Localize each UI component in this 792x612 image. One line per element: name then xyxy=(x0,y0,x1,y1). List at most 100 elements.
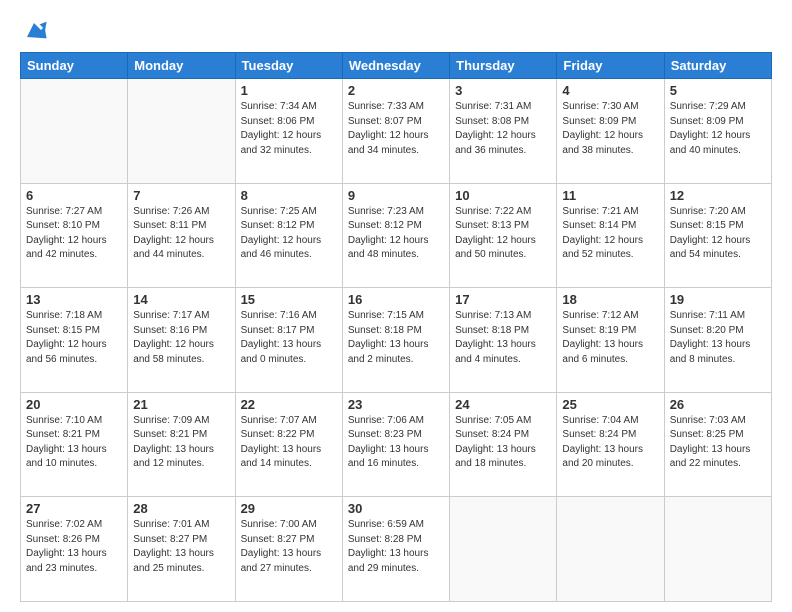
calendar-header-wednesday: Wednesday xyxy=(342,53,449,79)
calendar-cell: 4 Sunrise: 7:30 AM Sunset: 8:09 PM Daylig… xyxy=(557,79,664,184)
day-info: Sunrise: 7:06 AM Sunset: 8:23 PM Dayligh… xyxy=(348,414,444,472)
calendar-header-row: SundayMondayTuesdayWednesdayThursdayFrid… xyxy=(21,53,772,79)
calendar-cell: 27 Sunrise: 7:02 AM Sunset: 8:26 PM Dayli… xyxy=(21,497,128,602)
day-number: 21 xyxy=(133,397,229,412)
calendar-cell: 3 Sunrise: 7:31 AM Sunset: 8:08 PM Daylig… xyxy=(450,79,557,184)
day-info: Sunrise: 7:31 AM Sunset: 8:08 PM Dayligh… xyxy=(455,100,551,158)
calendar-table: SundayMondayTuesdayWednesdayThursdayFrid… xyxy=(20,52,772,602)
calendar-cell xyxy=(664,497,771,602)
day-info: Sunrise: 7:29 AM Sunset: 8:09 PM Dayligh… xyxy=(670,100,766,158)
calendar-header-sunday: Sunday xyxy=(21,53,128,79)
calendar-cell xyxy=(450,497,557,602)
day-number: 18 xyxy=(562,292,658,307)
day-info: Sunrise: 7:09 AM Sunset: 8:21 PM Dayligh… xyxy=(133,414,229,472)
header xyxy=(20,16,772,44)
calendar-week-row: 13 Sunrise: 7:18 AM Sunset: 8:15 PM Dayli… xyxy=(21,288,772,393)
calendar-week-row: 6Sunrise: 7:27 AM Sunset: 8:10 PM Daylig… xyxy=(21,183,772,288)
calendar-cell: 9 Sunrise: 7:23 AM Sunset: 8:12 PM Daylig… xyxy=(342,183,449,288)
calendar-week-row: 1 Sunrise: 7:34 AM Sunset: 8:06 PM Daylig… xyxy=(21,79,772,184)
calendar-cell: 5 Sunrise: 7:29 AM Sunset: 8:09 PM Daylig… xyxy=(664,79,771,184)
calendar-cell: 26 Sunrise: 7:03 AM Sunset: 8:25 PM Dayli… xyxy=(664,392,771,497)
day-info: Sunrise: 7:23 AM Sunset: 8:12 PM Dayligh… xyxy=(348,205,444,263)
calendar-week-row: 20Sunrise: 7:10 AM Sunset: 8:21 PM Dayli… xyxy=(21,392,772,497)
day-info: Sunrise: 7:13 AM Sunset: 8:18 PM Dayligh… xyxy=(455,309,551,367)
day-info: Sunrise: 7:15 AM Sunset: 8:18 PM Dayligh… xyxy=(348,309,444,367)
day-info: Sunrise: 7:16 AM Sunset: 8:17 PM Dayligh… xyxy=(241,309,337,367)
day-number: 17 xyxy=(455,292,551,307)
calendar-cell: 24 Sunrise: 7:05 AM Sunset: 8:24 PM Dayli… xyxy=(450,392,557,497)
day-number: 4 xyxy=(562,83,658,98)
page: SundayMondayTuesdayWednesdayThursdayFrid… xyxy=(0,0,792,612)
generalblue-icon xyxy=(20,16,48,44)
day-info: Sunrise: 6:59 AM Sunset: 8:28 PM Dayligh… xyxy=(348,518,444,576)
day-info: Sunrise: 7:30 AM Sunset: 8:09 PM Dayligh… xyxy=(562,100,658,158)
calendar-cell: 21 Sunrise: 7:09 AM Sunset: 8:21 PM Dayli… xyxy=(128,392,235,497)
calendar-cell: 6Sunrise: 7:27 AM Sunset: 8:10 PM Daylig… xyxy=(21,183,128,288)
day-number: 28 xyxy=(133,501,229,516)
calendar-cell: 28 Sunrise: 7:01 AM Sunset: 8:27 PM Dayli… xyxy=(128,497,235,602)
day-number: 30 xyxy=(348,501,444,516)
calendar-header-saturday: Saturday xyxy=(664,53,771,79)
calendar-cell xyxy=(557,497,664,602)
day-info: Sunrise: 7:02 AM Sunset: 8:26 PM Dayligh… xyxy=(26,518,122,576)
calendar-cell: 23 Sunrise: 7:06 AM Sunset: 8:23 PM Dayli… xyxy=(342,392,449,497)
day-number: 19 xyxy=(670,292,766,307)
day-info: Sunrise: 7:07 AM Sunset: 8:22 PM Dayligh… xyxy=(241,414,337,472)
day-number: 20 xyxy=(26,397,122,412)
day-info: Sunrise: 7:05 AM Sunset: 8:24 PM Dayligh… xyxy=(455,414,551,472)
calendar-week-row: 27 Sunrise: 7:02 AM Sunset: 8:26 PM Dayli… xyxy=(21,497,772,602)
calendar-cell: 22 Sunrise: 7:07 AM Sunset: 8:22 PM Dayli… xyxy=(235,392,342,497)
day-number: 6 xyxy=(26,188,122,203)
day-number: 23 xyxy=(348,397,444,412)
day-number: 9 xyxy=(348,188,444,203)
day-number: 25 xyxy=(562,397,658,412)
calendar-cell: 25 Sunrise: 7:04 AM Sunset: 8:24 PM Dayli… xyxy=(557,392,664,497)
day-number: 22 xyxy=(241,397,337,412)
day-number: 24 xyxy=(455,397,551,412)
calendar-cell: 30 Sunrise: 6:59 AM Sunset: 8:28 PM Dayli… xyxy=(342,497,449,602)
day-number: 1 xyxy=(241,83,337,98)
day-number: 12 xyxy=(670,188,766,203)
calendar-cell: 1 Sunrise: 7:34 AM Sunset: 8:06 PM Daylig… xyxy=(235,79,342,184)
day-number: 11 xyxy=(562,188,658,203)
calendar-cell xyxy=(128,79,235,184)
calendar-cell: 11Sunrise: 7:21 AM Sunset: 8:14 PM Dayli… xyxy=(557,183,664,288)
calendar-cell: 15 Sunrise: 7:16 AM Sunset: 8:17 PM Dayli… xyxy=(235,288,342,393)
day-info: Sunrise: 7:18 AM Sunset: 8:15 PM Dayligh… xyxy=(26,309,122,367)
day-number: 27 xyxy=(26,501,122,516)
day-info: Sunrise: 7:20 AM Sunset: 8:15 PM Dayligh… xyxy=(670,205,766,263)
calendar-header-tuesday: Tuesday xyxy=(235,53,342,79)
day-number: 29 xyxy=(241,501,337,516)
day-info: Sunrise: 7:00 AM Sunset: 8:27 PM Dayligh… xyxy=(241,518,337,576)
calendar-cell: 19Sunrise: 7:11 AM Sunset: 8:20 PM Dayli… xyxy=(664,288,771,393)
day-number: 3 xyxy=(455,83,551,98)
day-info: Sunrise: 7:26 AM Sunset: 8:11 PM Dayligh… xyxy=(133,205,229,263)
day-info: Sunrise: 7:34 AM Sunset: 8:06 PM Dayligh… xyxy=(241,100,337,158)
day-number: 5 xyxy=(670,83,766,98)
day-number: 15 xyxy=(241,292,337,307)
day-info: Sunrise: 7:01 AM Sunset: 8:27 PM Dayligh… xyxy=(133,518,229,576)
calendar-cell: 2Sunrise: 7:33 AM Sunset: 8:07 PM Daylig… xyxy=(342,79,449,184)
day-info: Sunrise: 7:25 AM Sunset: 8:12 PM Dayligh… xyxy=(241,205,337,263)
day-info: Sunrise: 7:22 AM Sunset: 8:13 PM Dayligh… xyxy=(455,205,551,263)
day-info: Sunrise: 7:04 AM Sunset: 8:24 PM Dayligh… xyxy=(562,414,658,472)
day-number: 26 xyxy=(670,397,766,412)
calendar-header-friday: Friday xyxy=(557,53,664,79)
calendar-cell: 14Sunrise: 7:17 AM Sunset: 8:16 PM Dayli… xyxy=(128,288,235,393)
day-number: 8 xyxy=(241,188,337,203)
day-info: Sunrise: 7:12 AM Sunset: 8:19 PM Dayligh… xyxy=(562,309,658,367)
day-number: 13 xyxy=(26,292,122,307)
calendar-cell: 16 Sunrise: 7:15 AM Sunset: 8:18 PM Dayli… xyxy=(342,288,449,393)
day-number: 7 xyxy=(133,188,229,203)
calendar-cell: 13 Sunrise: 7:18 AM Sunset: 8:15 PM Dayli… xyxy=(21,288,128,393)
calendar-cell: 20Sunrise: 7:10 AM Sunset: 8:21 PM Dayli… xyxy=(21,392,128,497)
calendar-header-thursday: Thursday xyxy=(450,53,557,79)
calendar-cell: 7 Sunrise: 7:26 AM Sunset: 8:11 PM Daylig… xyxy=(128,183,235,288)
day-info: Sunrise: 7:33 AM Sunset: 8:07 PM Dayligh… xyxy=(348,100,444,158)
day-info: Sunrise: 7:03 AM Sunset: 8:25 PM Dayligh… xyxy=(670,414,766,472)
calendar-cell: 18 Sunrise: 7:12 AM Sunset: 8:19 PM Dayli… xyxy=(557,288,664,393)
day-number: 14 xyxy=(133,292,229,307)
logo xyxy=(20,16,52,44)
day-number: 16 xyxy=(348,292,444,307)
calendar-cell: 17 Sunrise: 7:13 AM Sunset: 8:18 PM Dayli… xyxy=(450,288,557,393)
